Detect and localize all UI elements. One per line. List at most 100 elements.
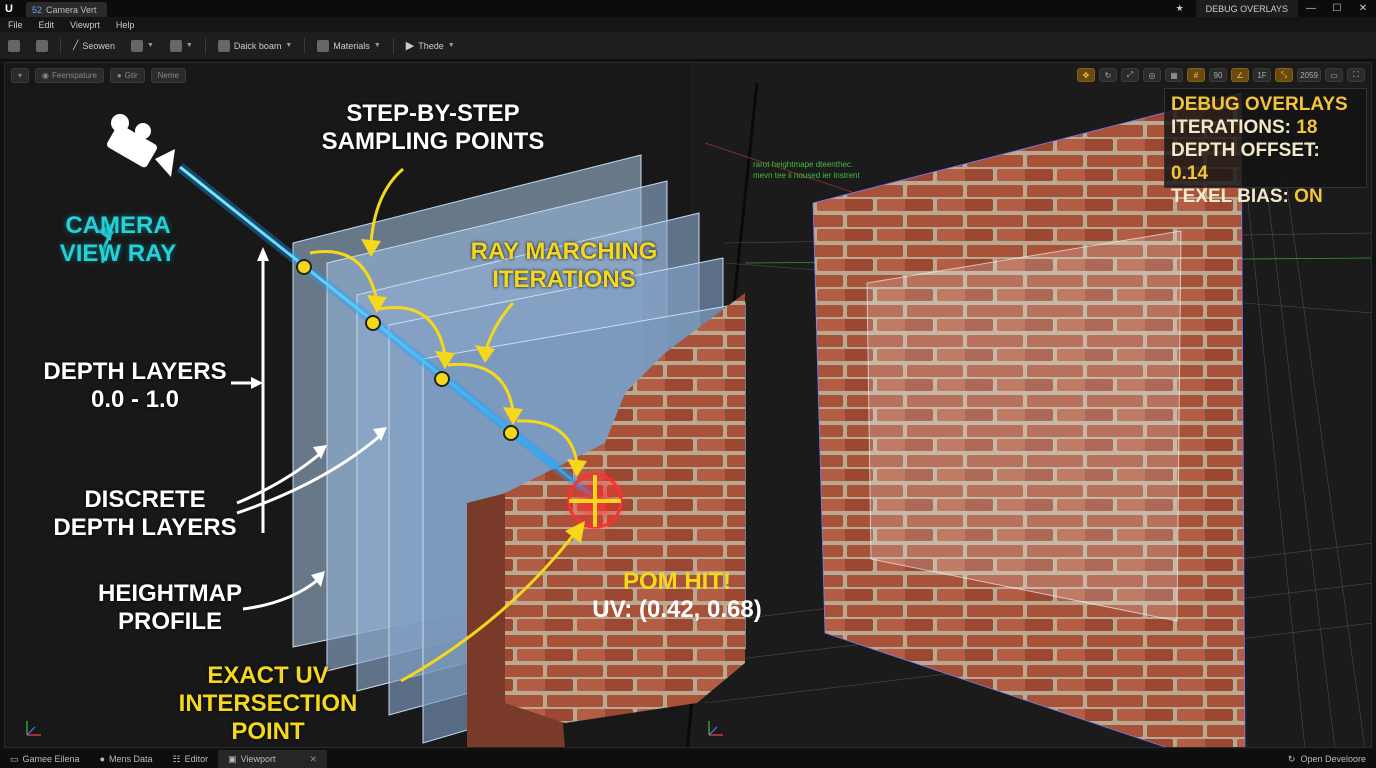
scale-snap-icon[interactable]: ⤡ xyxy=(1275,68,1293,82)
tab-badge: 52 xyxy=(32,4,43,15)
menu-bar: File Edit Viewprt Help xyxy=(0,17,1376,32)
log-line: rarot heightmape dteenthec. xyxy=(753,160,854,169)
scale-icon[interactable]: ⤢ xyxy=(1121,68,1139,82)
chevron-down-icon: ▼ xyxy=(285,42,293,49)
camera-view-ray-label: CAMERA VIEW RAY xyxy=(40,212,196,268)
star-icon[interactable]: ★ xyxy=(1176,3,1184,14)
maximize-viewport-icon[interactable]: ⛶ xyxy=(1347,68,1365,82)
window-icon: ▭ xyxy=(10,753,19,764)
viewport-menu-button[interactable]: ▾ xyxy=(11,68,30,83)
scale-value[interactable]: 2059 xyxy=(1297,68,1321,82)
blueprint-icon xyxy=(217,39,230,52)
viewport-icon: ▣ xyxy=(228,753,237,764)
uv-coordinate-text: UV: (0.42, 0.68) xyxy=(592,596,762,623)
menu-file[interactable]: File xyxy=(0,20,31,30)
close-button[interactable]: ✕ xyxy=(1350,3,1376,14)
surface-snap-icon[interactable]: ▦ xyxy=(1165,68,1183,82)
texel-bias-label: TEXEL BIAS: xyxy=(1171,186,1289,207)
minimize-button[interactable]: — xyxy=(1298,3,1324,14)
refresh-icon: ↻ xyxy=(1287,753,1296,764)
exact-uv-label: EXACT UV INTERSECTION POINT xyxy=(140,662,396,746)
exact-uv-label-line: INTERSECTION POINT xyxy=(178,690,358,745)
discrete-label-line: DEPTH LAYERS xyxy=(53,514,237,541)
document-tab[interactable]: 52 Camera Vert xyxy=(26,2,107,17)
pom-hit-text: POM HIT! xyxy=(623,568,731,595)
blueprint-label: Daick boam xyxy=(233,40,282,51)
iterations-row: ITERATIONS: 18 xyxy=(1171,116,1360,139)
list-icon xyxy=(317,39,330,52)
chevron-down-icon: ▼ xyxy=(185,42,193,49)
depth-offset-row: DEPTH OFFSET: 0.14 xyxy=(1171,139,1360,185)
pom-plane-overlay xyxy=(866,230,1182,622)
snap-button[interactable]: ▼ xyxy=(162,35,201,57)
translate-icon[interactable]: ✥ xyxy=(1077,68,1095,82)
sphere-icon: ● xyxy=(116,71,122,80)
chevron-down-icon: ▾ xyxy=(18,71,23,80)
open-developer-label: Open Develoore xyxy=(1300,754,1366,764)
camera-speed-icon[interactable]: ▭ xyxy=(1325,68,1343,82)
heightmap-profile-label: HEIGHTMAP PROFILE xyxy=(86,580,254,636)
axis-gizmo-left xyxy=(26,721,41,736)
menu-edit[interactable]: Edit xyxy=(31,20,63,30)
grid-icon xyxy=(130,39,143,52)
sliders-icon: ☷ xyxy=(172,753,181,764)
separator xyxy=(60,37,61,54)
camera-icon xyxy=(107,114,175,177)
angle-value[interactable]: 1F xyxy=(1253,68,1271,82)
green-log: rarot heightmape dteenthec. mevn tee ii … xyxy=(753,159,860,181)
grid-value[interactable]: 90 xyxy=(1209,68,1227,82)
debug-overlays-title[interactable]: DEBUG OVERLAYS xyxy=(1195,0,1298,17)
play-button[interactable]: ▶ Thede ▼ xyxy=(398,35,463,57)
open-developer-button[interactable]: ↻ Open Develoore xyxy=(1288,754,1376,765)
camera-label-line: CAMERA xyxy=(65,212,171,239)
depth-offset-value: 0.14 xyxy=(1171,163,1208,184)
perspective-button[interactable]: ◉ Feenspature xyxy=(35,68,104,83)
materials-button[interactable]: Materials ▼ xyxy=(309,35,388,57)
heightmap-label-line: PROFILE xyxy=(117,608,222,635)
maximize-button[interactable]: ☐ xyxy=(1324,3,1350,14)
transform-button[interactable] xyxy=(28,35,56,57)
rotate-icon[interactable]: ↻ xyxy=(1099,68,1117,82)
lit-label: Gtir xyxy=(124,71,138,80)
texel-bias-value: ON xyxy=(1294,186,1323,207)
select-mode-label: Seowen xyxy=(82,40,115,51)
ray-label-line: ITERATIONS xyxy=(492,266,636,293)
angle-snap-icon[interactable]: ∠ xyxy=(1231,68,1249,82)
tab-mesh-data[interactable]: ● Mens Data xyxy=(90,750,163,768)
show-button[interactable]: Neme xyxy=(150,68,186,83)
chevron-down-icon: ▼ xyxy=(146,42,154,49)
globe-icon: ◉ xyxy=(42,71,49,80)
save-icon xyxy=(8,39,20,52)
separator xyxy=(392,37,394,54)
iterations-label: ITERATIONS: xyxy=(1171,117,1291,138)
title-right: ★ DEBUG OVERLAYS — ☐ ✕ xyxy=(1176,0,1376,17)
save-button[interactable] xyxy=(0,35,28,57)
tab-editor[interactable]: ☷ Editor xyxy=(163,750,219,768)
select-mode-button[interactable]: ╱ Seowen xyxy=(65,35,123,57)
depth-layers-label: DEPTH LAYERS 0.0 - 1.0 xyxy=(40,358,230,414)
document-tab-label: Camera Vert xyxy=(46,4,97,15)
grid-button[interactable]: ▼ xyxy=(123,35,162,57)
grid-snap-icon[interactable]: # xyxy=(1187,68,1205,82)
world-icon[interactable]: ◎ xyxy=(1143,68,1161,82)
debug-overlay-panel: DEBUG OVERLAYS ITERATIONS: 18 DEPTH OFFS… xyxy=(1164,88,1367,207)
tab-game-editor[interactable]: ▭ Gamee Eilena xyxy=(0,750,90,768)
close-tab-icon[interactable]: ✕ xyxy=(310,754,318,765)
title-bar: U 52 Camera Vert ★ DEBUG OVERLAYS — ☐ ✕ xyxy=(0,0,1376,17)
menu-help[interactable]: Help xyxy=(108,20,143,30)
debug-overlay-heading: DEBUG OVERLAYS xyxy=(1171,94,1348,115)
menu-viewport[interactable]: Viewprt xyxy=(62,20,108,30)
tab-label: Mens Data xyxy=(109,754,153,764)
blueprint-button[interactable]: Daick boam ▼ xyxy=(210,35,300,57)
play-icon: ▶ xyxy=(405,40,415,52)
bulb-icon: ● xyxy=(99,754,105,764)
tab-label: Editor xyxy=(184,754,209,764)
tab-viewport[interactable]: ▣ Viewport ✕ xyxy=(218,750,328,768)
transform-icon xyxy=(36,39,48,52)
step-by-step-label: STEP-BY-STEP SAMPLING POINTS xyxy=(308,100,558,156)
chevron-down-icon: ▼ xyxy=(447,42,455,49)
discrete-depth-layers-label: DISCRETE DEPTH LAYERS xyxy=(50,486,240,542)
perspective-label: Feenspature xyxy=(52,71,97,80)
heightmap-label-line: HEIGHTMAP xyxy=(98,580,242,607)
lit-mode-button[interactable]: ● Gtir xyxy=(109,68,145,83)
